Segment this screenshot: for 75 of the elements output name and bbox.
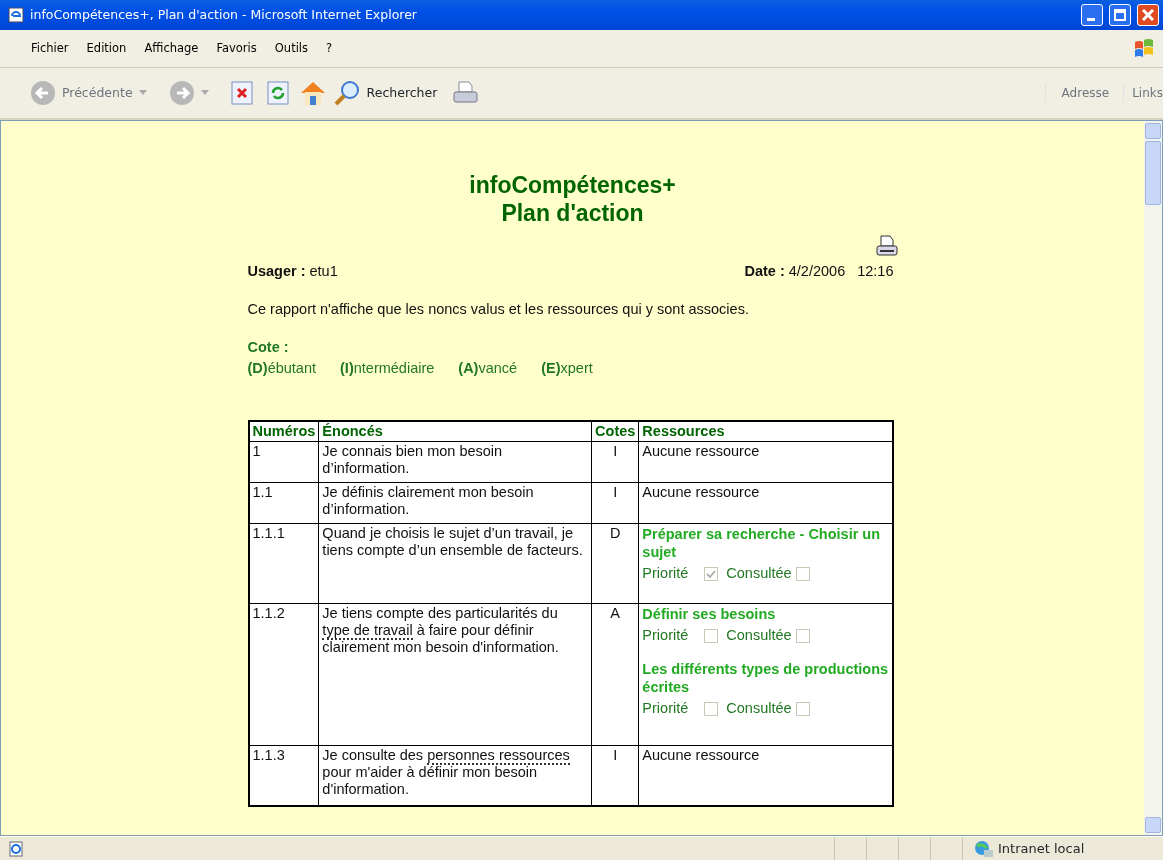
statement-cell: Quand je choisis le sujet d’un travail, je tiens compte d’un ensemble de facteurs. — [318, 523, 592, 604]
window-title: infoCompétences+, Plan d'action - Microsoft Internet Explorer — [30, 5, 418, 24]
priority-label: Priorité — [642, 700, 689, 717]
printer-icon[interactable] — [451, 80, 480, 106]
close-button[interactable] — [1137, 4, 1159, 26]
checkbox[interactable] — [795, 628, 810, 643]
resource-empty-text: Aucune ressource — [642, 484, 760, 500]
dropdown-caret-icon[interactable] — [138, 90, 147, 96]
consulted-label: Consultée — [726, 627, 792, 644]
consulted-label: Consultée — [726, 565, 792, 582]
number-cell: 1.1 — [248, 482, 319, 524]
menu-item[interactable]: ? — [317, 39, 342, 58]
legend-title: Cote : — [247, 337, 290, 357]
number-cell: 1 — [248, 441, 319, 483]
stop-icon[interactable] — [230, 81, 253, 105]
rating-cell: A — [591, 603, 639, 746]
date-label: Date : — [744, 262, 785, 281]
page-title: infoCompétences+ — [468, 171, 677, 199]
print-icon[interactable] — [875, 235, 898, 257]
column-header: Numéros — [248, 421, 319, 442]
resource-empty-text: Aucune ressource — [642, 747, 760, 763]
column-header: Énoncés — [318, 421, 592, 442]
menu-item[interactable]: Edition — [77, 39, 136, 58]
close-icon — [1142, 9, 1154, 21]
number-cell: 1.1.1 — [248, 523, 319, 604]
rating-cell: D — [591, 523, 639, 604]
statement-cell: Je tiens compte des particularités du type de travail à faire pour définir clairement mon besoin d'information. — [318, 603, 592, 746]
refresh-icon[interactable] — [266, 81, 289, 105]
back-label[interactable]: Précédente — [62, 83, 133, 103]
checkbox[interactable] — [795, 701, 810, 716]
statement-cell: Je définis clairement mon besoin d’information. — [318, 482, 592, 524]
network-globe-icon — [974, 839, 994, 858]
address-label[interactable]: Adresse — [1044, 84, 1118, 102]
time-value: 12:16 — [857, 262, 894, 281]
dropdown-caret-icon[interactable] — [200, 90, 209, 96]
maximize-button[interactable] — [1109, 4, 1131, 26]
legend-item: (D)ébutant — [247, 359, 317, 379]
maximize-icon — [1114, 9, 1126, 21]
scroll-down-button[interactable] — [1145, 817, 1161, 833]
checkbox[interactable] — [704, 628, 719, 643]
menu-item[interactable]: Affichage — [135, 39, 208, 58]
column-header: Cotes — [591, 421, 639, 442]
checkbox[interactable] — [795, 566, 810, 581]
checkbox[interactable] — [704, 566, 719, 581]
scrollbar-thumb[interactable] — [1145, 141, 1161, 205]
page-icon — [8, 840, 24, 857]
links-label[interactable]: Links — [1123, 84, 1163, 102]
windows-logo-icon — [1133, 38, 1155, 59]
menu-item[interactable]: Favoris — [207, 39, 266, 58]
legend-item: (I)ntermédiaire — [340, 359, 435, 379]
legend-item: (A)vancé — [458, 359, 518, 379]
user-value: etu1 — [309, 262, 338, 281]
page-subtitle: Plan d'action — [500, 199, 645, 227]
menu-item[interactable]: Fichier — [22, 39, 78, 58]
scroll-up-button[interactable] — [1145, 123, 1161, 139]
resource-empty-text: Aucune ressource — [642, 443, 760, 459]
checkbox[interactable] — [704, 701, 719, 716]
menu-item[interactable]: Outils — [265, 39, 318, 58]
priority-label: Priorité — [642, 565, 689, 582]
priority-label: Priorité — [642, 627, 689, 644]
search-icon[interactable] — [332, 79, 361, 107]
report-note: Ce rapport n'affiche que les noncs valus et les ressources qui y sont associes. — [247, 299, 750, 319]
minimize-button[interactable] — [1081, 4, 1103, 26]
user-label: Usager : — [247, 262, 306, 281]
rating-cell: I — [591, 482, 639, 524]
rating-cell: I — [591, 441, 639, 483]
statement-cell: Je connais bien mon besoin d’information. — [318, 441, 592, 483]
search-label[interactable]: Rechercher — [366, 83, 438, 103]
minimize-icon — [1086, 17, 1095, 21]
number-cell: 1.1.2 — [248, 603, 319, 746]
security-zone-label: Intranet local — [998, 839, 1086, 858]
browser-icon — [8, 7, 24, 23]
date-value: 4/2/2006 — [788, 262, 846, 281]
consulted-label: Consultée — [726, 700, 792, 717]
legend-item: (E)xpert — [541, 359, 593, 379]
